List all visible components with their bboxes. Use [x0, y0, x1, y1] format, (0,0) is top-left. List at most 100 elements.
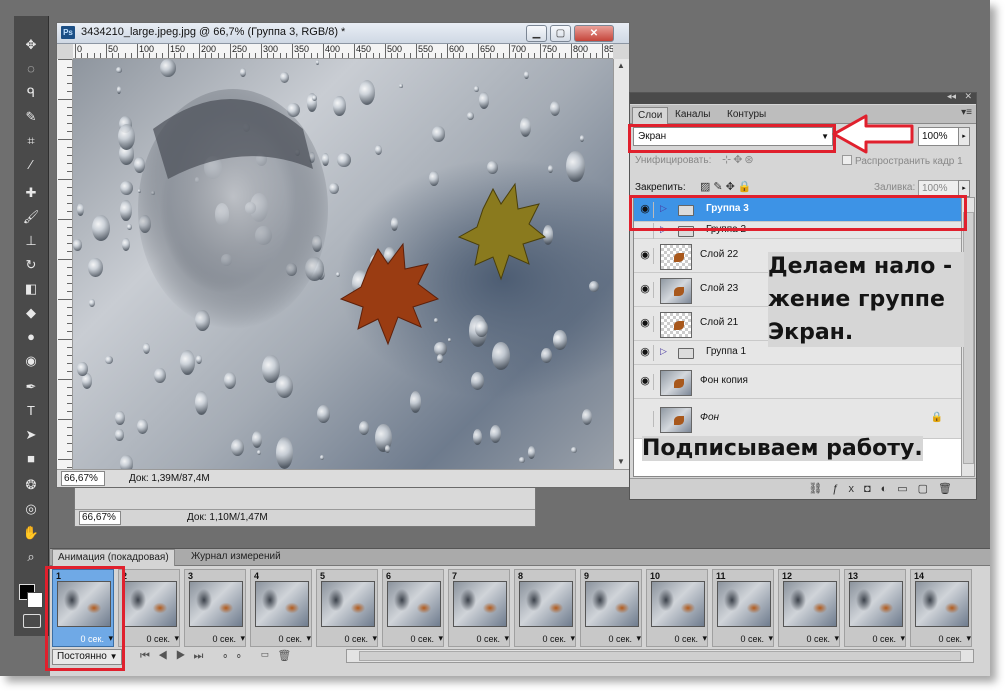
image-canvas[interactable] — [73, 59, 613, 469]
unify-icons[interactable]: ⊹✥⊛ — [722, 153, 756, 166]
tab-layers[interactable]: Слои — [632, 107, 669, 124]
ruler-mark: 500 — [387, 44, 403, 54]
frame-delay[interactable]: 0 сек. — [279, 634, 302, 644]
shape-tool-icon[interactable]: ■ — [21, 450, 41, 468]
delay-dropdown-icon[interactable]: ▾ — [438, 633, 443, 644]
animation-frame[interactable]: 3 0 сек. ▾ — [184, 569, 246, 647]
opacity-slider-button[interactable]: ▸ — [958, 127, 970, 146]
delay-dropdown-icon[interactable]: ▾ — [966, 633, 971, 644]
visibility-eye-icon[interactable] — [637, 316, 654, 332]
minimize-button[interactable]: ▁ — [526, 25, 547, 42]
animation-frame[interactable]: 10 0 сек. ▾ — [646, 569, 708, 647]
zoom-field[interactable]: 66,67% — [61, 471, 105, 486]
delay-dropdown-icon[interactable]: ▾ — [570, 633, 575, 644]
clone-stamp-tool-icon[interactable]: ⊥ — [21, 232, 41, 250]
animation-frame[interactable]: 5 0 сек. ▾ — [316, 569, 378, 647]
visibility-eye-icon[interactable] — [637, 248, 654, 264]
path-selection-tool-icon[interactable]: ➤ — [21, 426, 41, 444]
close-panel-icon[interactable]: ✕ — [964, 91, 972, 102]
animation-frame[interactable]: 8 0 сек. ▾ — [514, 569, 576, 647]
delay-dropdown-icon[interactable]: ▾ — [306, 633, 311, 644]
document-vertical-scrollbar[interactable]: ▲ ▼ — [613, 59, 629, 469]
spread-frame-checkbox[interactable]: Распространить кадр 1 — [842, 155, 963, 167]
frame-delay[interactable]: 0 сек. — [411, 634, 434, 644]
hand-tool-icon[interactable]: ✋ — [21, 524, 41, 542]
quick-mask-icon[interactable] — [23, 614, 41, 628]
eraser-tool-icon[interactable]: ◧ — [21, 280, 41, 298]
layer-row[interactable]: Фон копия — [634, 365, 961, 399]
dodge-tool-icon[interactable]: ◉ — [21, 352, 41, 370]
pen-tool-icon[interactable]: ✒ — [21, 378, 41, 396]
animation-frame[interactable]: 12 0 сек. ▾ — [778, 569, 840, 647]
close-button[interactable]: ✕ — [574, 25, 614, 42]
frame-delay[interactable]: 0 сек. — [609, 634, 632, 644]
tab-measurement-log[interactable]: Журнал измерений — [186, 549, 286, 565]
3d-orbit-tool-icon[interactable]: ◎ — [21, 500, 41, 518]
visibility-eye-icon[interactable] — [637, 282, 654, 298]
frame-delay[interactable]: 0 сек. — [873, 634, 896, 644]
animation-frame[interactable]: 20 сек. ▾ — [118, 569, 180, 647]
background-zoom-field[interactable]: 66,67% — [79, 511, 121, 525]
frame-delay[interactable]: 0 сек. — [213, 634, 236, 644]
paint-bucket-tool-icon[interactable]: ◆ — [21, 304, 41, 322]
spread-frame-label: Распространить кадр 1 — [855, 156, 963, 167]
marquee-tool-icon[interactable]: ◌ — [21, 60, 41, 78]
layer-row[interactable]: Фон 🔒 — [634, 399, 961, 439]
frame-delay[interactable]: 0 сек. — [807, 634, 830, 644]
delay-dropdown-icon[interactable]: ▾ — [174, 633, 179, 644]
visibility-eye-icon[interactable] — [637, 345, 654, 361]
panel-menu-icon[interactable]: ▾≡ — [961, 107, 972, 118]
animation-frame[interactable]: 14 0 сек. ▾ — [910, 569, 972, 647]
animation-frame[interactable]: 13 0 сек. ▾ — [844, 569, 906, 647]
animation-scrollbar[interactable] — [346, 649, 974, 663]
document-window[interactable]: Ps 3434210_large.jpeg.jpg @ 66,7% (Групп… — [56, 22, 630, 488]
background-color-swatch[interactable] — [27, 592, 43, 608]
lock-icons[interactable]: ▨✎✥🔒 — [700, 180, 755, 193]
animation-controls[interactable]: ⏮◀▶⏭ ∘∘ ▭🗑 — [140, 649, 299, 663]
delay-dropdown-icon[interactable]: ▾ — [768, 633, 773, 644]
visibility-eye-icon[interactable] — [637, 374, 654, 390]
frame-delay[interactable]: 0 сек. — [345, 634, 368, 644]
delay-dropdown-icon[interactable]: ▾ — [834, 633, 839, 644]
tab-channels[interactable]: Каналы — [670, 107, 716, 123]
delay-dropdown-icon[interactable]: ▾ — [372, 633, 377, 644]
frame-delay[interactable]: 0 сек. — [477, 634, 500, 644]
history-brush-tool-icon[interactable]: ↻ — [21, 256, 41, 274]
layer-actions-icons[interactable]: ⛓ƒx◘◐▭▢🗑 — [808, 482, 962, 495]
animation-frame[interactable]: 7 0 сек. ▾ — [448, 569, 510, 647]
tab-paths[interactable]: Контуры — [722, 107, 771, 123]
animation-frame[interactable]: 11 0 сек. ▾ — [712, 569, 774, 647]
crop-tool-icon[interactable]: ⌗ — [21, 132, 41, 150]
move-tool-icon[interactable]: ✥ — [21, 36, 41, 54]
type-tool-icon[interactable]: T — [21, 402, 41, 420]
frame-thumbnail — [453, 581, 507, 627]
3d-rotate-tool-icon[interactable]: ❂ — [21, 476, 41, 494]
opacity-field[interactable]: 100% — [918, 127, 959, 146]
document-titlebar[interactable]: Ps 3434210_large.jpeg.jpg @ 66,7% (Групп… — [57, 23, 629, 44]
frame-delay[interactable]: 0 сек. — [543, 634, 566, 644]
quick-selection-tool-icon[interactable]: ✎ — [21, 108, 41, 126]
animation-frame[interactable]: 9 0 сек. ▾ — [580, 569, 642, 647]
collapse-panel-icon[interactable]: ◂◂ — [947, 91, 956, 102]
delay-dropdown-icon[interactable]: ▾ — [702, 633, 707, 644]
expand-triangle-icon[interactable]: ▷ — [660, 346, 667, 357]
frame-delay[interactable]: 0 сек. — [675, 634, 698, 644]
maximize-button[interactable]: ▢ — [550, 25, 571, 42]
lasso-tool-icon[interactable]: ᑫ — [21, 84, 41, 102]
blur-tool-icon[interactable]: ● — [21, 328, 41, 346]
frame-delay[interactable]: 0 сек. — [741, 634, 764, 644]
tab-animation[interactable]: Анимация (покадровая) — [52, 549, 175, 566]
frame-delay[interactable]: 0 сек. — [939, 634, 962, 644]
brush-tool-icon[interactable]: 🖌 — [21, 208, 41, 226]
eyedropper-tool-icon[interactable]: ⁄ — [21, 156, 41, 174]
healing-brush-tool-icon[interactable]: ✚ — [21, 184, 41, 202]
animation-frame[interactable]: 6 0 сек. ▾ — [382, 569, 444, 647]
zoom-tool-icon[interactable]: ⌕ — [21, 548, 41, 566]
delay-dropdown-icon[interactable]: ▾ — [636, 633, 641, 644]
delay-dropdown-icon[interactable]: ▾ — [900, 633, 905, 644]
visibility-eye-icon[interactable] — [637, 411, 654, 427]
frame-delay[interactable]: 0 сек. — [147, 634, 170, 644]
delay-dropdown-icon[interactable]: ▾ — [240, 633, 245, 644]
delay-dropdown-icon[interactable]: ▾ — [504, 633, 509, 644]
animation-frame[interactable]: 4 0 сек. ▾ — [250, 569, 312, 647]
